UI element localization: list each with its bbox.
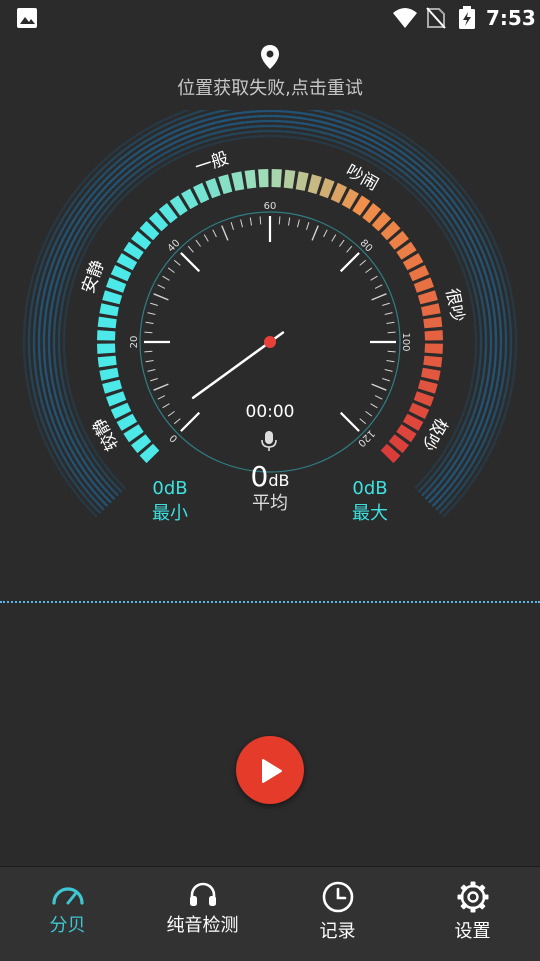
status-time: 7:53 [486, 6, 536, 30]
min-label: 最小 [130, 499, 210, 525]
clock-icon [322, 881, 354, 913]
gauge-icon [51, 881, 85, 907]
max-label: 最大 [330, 499, 410, 525]
gear-icon [457, 881, 489, 913]
tick-label-40: 40 [166, 238, 183, 255]
average-label: 平均 [210, 489, 330, 515]
needle-hub [264, 336, 276, 348]
min-readout: 0dB 最小 [130, 478, 210, 525]
play-icon [260, 758, 284, 784]
headphones-icon [188, 881, 218, 907]
tick-label-20: 20 [129, 336, 140, 349]
timer-text: 00:00 [220, 402, 320, 422]
tick-label-80: 80 [357, 238, 374, 255]
nav-records[interactable]: 记录 [270, 867, 405, 961]
nav-decibel-label: 分贝 [0, 911, 135, 937]
bottom-nav: 分贝 纯音检测 记录 设置 [0, 866, 540, 961]
zone-label-very_quiet: 较静 [89, 414, 123, 453]
zone-label-normal: 一般 [193, 148, 232, 178]
gallery-icon [16, 7, 38, 29]
nav-settings-label: 设置 [405, 917, 540, 943]
nav-pure-tone[interactable]: 纯音检测 [135, 867, 270, 961]
decibel-gauge: 较静安静一般吵闹很吵极吵 020406080100120 00:00 0dB 平… [0, 110, 540, 550]
waveform-line [0, 601, 540, 603]
location-retry[interactable]: 位置获取失败,点击重试 [0, 44, 540, 100]
battery-charging-icon [458, 6, 476, 30]
nav-decibel[interactable]: 分贝 [0, 867, 135, 961]
tick-label-100: 100 [400, 332, 411, 351]
nav-records-label: 记录 [270, 917, 405, 943]
zone-label-extreme: 极吵 [417, 414, 451, 453]
min-value: 0dB [130, 478, 210, 499]
no-sim-icon [426, 7, 446, 29]
mic-icon [261, 430, 277, 452]
nav-pure-tone-label: 纯音检测 [135, 911, 270, 937]
tick-label-60: 60 [264, 201, 277, 212]
average-readout: 0dB 平均 [210, 460, 330, 515]
wifi-icon [392, 7, 418, 29]
start-record-button[interactable] [236, 736, 304, 804]
tick-marks [144, 216, 396, 431]
zone-label-quiet: 安静 [78, 257, 109, 296]
glow-dots [23, 110, 518, 517]
max-value: 0dB [330, 478, 410, 499]
status-bar: 7:53 [0, 0, 540, 36]
location-pin-icon [260, 44, 280, 70]
nav-settings[interactable]: 设置 [405, 867, 540, 961]
average-unit: dB [268, 471, 289, 490]
location-status-text: 位置获取失败,点击重试 [0, 74, 540, 100]
max-readout: 0dB 最大 [330, 478, 410, 525]
zone-label-very_noisy: 很吵 [441, 287, 467, 324]
